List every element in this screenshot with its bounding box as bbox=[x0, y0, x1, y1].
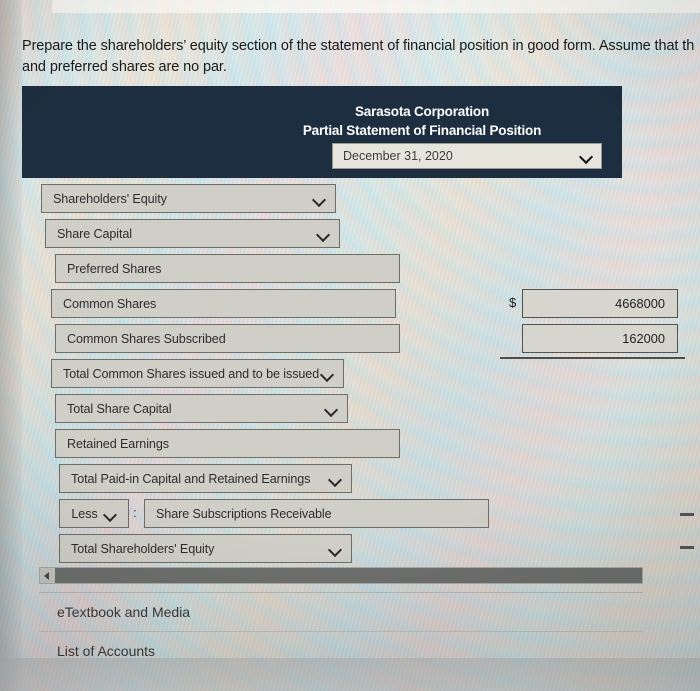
account-text-input[interactable]: Preferred Shares bbox=[55, 254, 400, 283]
account-text-input[interactable]: Retained Earnings bbox=[55, 429, 400, 458]
statement-header: Sarasota Corporation Partial Statement o… bbox=[22, 86, 622, 178]
account-label: Total Common Shares issued and to be iss… bbox=[63, 366, 320, 381]
account-label: Share Capital bbox=[57, 226, 133, 241]
statement-row: Shareholders' Equity bbox=[22, 184, 662, 214]
chevron-down-icon bbox=[317, 230, 330, 238]
statement-panel: Sarasota Corporation Partial Statement o… bbox=[22, 86, 685, 569]
less-select-label: Less bbox=[71, 506, 98, 521]
account-label: Total Share Capital bbox=[67, 401, 172, 416]
account-label: Total Shareholders' Equity bbox=[71, 541, 215, 556]
top-chrome-sliver bbox=[52, 0, 700, 13]
amount-input[interactable]: 162000 bbox=[522, 324, 678, 353]
statement-row: Common Shares $4668000 bbox=[22, 289, 678, 319]
account-select[interactable]: Total Paid-in Capital and Retained Earni… bbox=[59, 464, 352, 493]
account-text-input[interactable]: Common Shares Subscribed bbox=[55, 324, 400, 353]
edge-mark-upper bbox=[680, 513, 694, 516]
less-separator: : bbox=[133, 505, 137, 520]
statement-row: Total Paid-in Capital and Retained Earni… bbox=[22, 464, 662, 494]
account-label: Preferred Shares bbox=[67, 261, 162, 276]
etextbook-and-media-link[interactable]: eTextbook and Media bbox=[39, 592, 643, 630]
chevron-down-icon bbox=[104, 510, 117, 518]
statement-row: Share Capital bbox=[22, 219, 662, 249]
chevron-down-icon bbox=[329, 545, 342, 553]
chevron-down-icon bbox=[313, 195, 326, 203]
less-select[interactable]: Less bbox=[59, 499, 129, 528]
account-select[interactable]: Total Common Shares issued and to be iss… bbox=[51, 359, 344, 388]
date-select[interactable]: December 31, 2020 bbox=[332, 143, 602, 169]
less-deduction-row: Less: Share Subscriptions Receivable bbox=[22, 499, 662, 529]
left-screen-edge bbox=[0, 0, 22, 691]
list-of-accounts-label: List of Accounts bbox=[57, 642, 156, 659]
account-select[interactable]: Total Shareholders' Equity bbox=[59, 534, 352, 563]
list-of-accounts-link[interactable]: List of Accounts bbox=[39, 631, 643, 669]
scrollbar-thumb[interactable] bbox=[55, 568, 642, 583]
statement-row: Retained Earnings bbox=[22, 429, 662, 459]
account-text-input[interactable]: Common Shares bbox=[51, 289, 396, 318]
amount-value: 4668000 bbox=[615, 296, 665, 311]
account-select[interactable]: Shareholders' Equity bbox=[41, 184, 336, 213]
etextbook-and-media-label: eTextbook and Media bbox=[57, 603, 191, 620]
share-subscriptions-receivable-label: Share Subscriptions Receivable bbox=[156, 506, 332, 521]
statement-rows: Shareholders' Equity Share Capital Preferr… bbox=[22, 178, 685, 564]
amount-value: 162000 bbox=[622, 331, 665, 346]
chevron-down-icon bbox=[325, 405, 338, 413]
statement-header-titles: Sarasota Corporation Partial Statement o… bbox=[252, 102, 592, 140]
edge-mark-lower bbox=[680, 546, 694, 549]
currency-symbol: $ bbox=[509, 295, 517, 310]
account-label: Shareholders' Equity bbox=[53, 191, 167, 206]
account-label: Total Paid-in Capital and Retained Earni… bbox=[71, 471, 311, 486]
account-select[interactable]: Share Capital bbox=[45, 219, 340, 248]
horizontal-scrollbar[interactable] bbox=[39, 567, 643, 584]
statement-row: Total Common Shares issued and to be iss… bbox=[22, 359, 662, 389]
chevron-down-icon bbox=[580, 152, 593, 160]
statement-row: Common Shares Subscribed 162000 bbox=[22, 324, 685, 359]
account-label: Common Shares bbox=[63, 296, 157, 311]
statement-row: Total Shareholders' Equity bbox=[22, 534, 662, 564]
chevron-down-icon bbox=[329, 475, 342, 483]
share-subscriptions-receivable-input[interactable]: Share Subscriptions Receivable bbox=[144, 499, 489, 528]
amount-input[interactable]: 4668000 bbox=[522, 289, 678, 318]
statement-subtitle: Partial Statement of Financial Position bbox=[302, 123, 542, 138]
triangle-left-icon[interactable] bbox=[40, 568, 55, 583]
account-label: Retained Earnings bbox=[67, 436, 169, 451]
company-name: Sarasota Corporation bbox=[354, 104, 490, 119]
statement-row: Total Share Capital bbox=[22, 394, 662, 424]
statement-row: Preferred Shares bbox=[22, 254, 662, 284]
question-prompt: Prepare the shareholders’ equity section… bbox=[22, 38, 695, 75]
date-select-value: December 31, 2020 bbox=[343, 149, 453, 163]
account-select[interactable]: Total Share Capital bbox=[55, 394, 348, 423]
chevron-down-icon bbox=[321, 370, 334, 378]
account-label: Common Shares Subscribed bbox=[67, 331, 226, 346]
